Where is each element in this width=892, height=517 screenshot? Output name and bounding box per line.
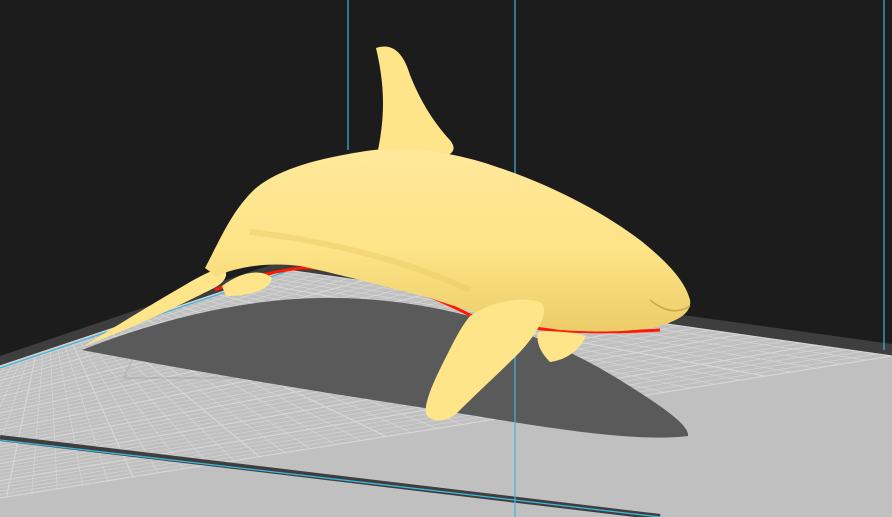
scene-canvas[interactable]	[0, 0, 892, 517]
3d-viewport[interactable]	[0, 0, 892, 517]
